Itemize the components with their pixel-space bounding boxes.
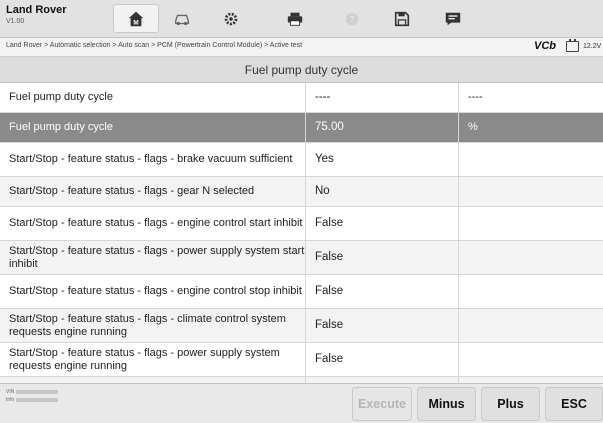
parameter-value: False xyxy=(305,275,458,308)
vehicle-icon xyxy=(175,14,189,25)
help-icon: ? xyxy=(345,12,359,25)
vin-label: VIN xyxy=(6,389,15,395)
parameter-value: 75.00 xyxy=(305,113,458,142)
help-button[interactable]: ? xyxy=(329,4,375,33)
parameter-name: Fuel pump duty cycle xyxy=(9,121,113,133)
table-row[interactable]: Start/Stop - feature status - flags - po… xyxy=(0,241,603,275)
save-button[interactable] xyxy=(379,4,425,33)
home-icon: M xyxy=(128,11,144,26)
parameter-value: False xyxy=(305,309,458,342)
bottom-bar: VIN Info Execute Minus Plus ESC xyxy=(0,383,603,423)
parameter-name: Start/Stop - feature status - flags - po… xyxy=(9,346,280,372)
message-button[interactable] xyxy=(430,4,476,33)
parameter-unit xyxy=(458,343,603,376)
esc-button[interactable]: ESC xyxy=(545,387,603,421)
app-brand: Land Rover V1.00 xyxy=(6,4,67,27)
parameter-value: No xyxy=(305,177,458,206)
table-row[interactable]: Fuel pump duty cycle 75.00% xyxy=(0,113,603,143)
info-redacted xyxy=(16,397,59,402)
print-button[interactable] xyxy=(272,4,318,33)
parameter-name: Start/Stop - feature status - flags - ge… xyxy=(9,185,255,197)
parameter-unit xyxy=(458,207,603,240)
data-table: Fuel pump duty cycle ---- ---- Fuel pump du… xyxy=(0,83,603,383)
settings-button[interactable] xyxy=(208,4,254,33)
parameter-name: Start/Stop - feature status - flags - en… xyxy=(9,285,302,297)
parameter-unit xyxy=(458,309,603,342)
vin-redacted xyxy=(16,389,59,394)
execute-button[interactable]: Execute xyxy=(352,387,412,421)
print-icon xyxy=(287,12,303,26)
table-row[interactable]: Start/Stop - feature status - flags - po… xyxy=(0,343,603,377)
table-row[interactable]: Fuel pump duty cycle ---- ---- xyxy=(0,83,603,113)
battery-voltage: 12.2V xyxy=(583,43,602,50)
vehicle-make: Land Rover xyxy=(6,4,67,16)
page-title: Fuel pump duty cycle xyxy=(0,57,603,83)
parameter-unit xyxy=(458,177,603,206)
vci-status-label: VCb xyxy=(534,40,556,52)
parameter-name: Start/Stop - feature status - flags - br… xyxy=(9,153,293,165)
parameter-name: Fuel pump duty cycle xyxy=(9,91,113,103)
vehicle-button[interactable] xyxy=(159,4,205,33)
table-row[interactable]: Start/Stop - feature status - flags - en… xyxy=(0,207,603,241)
parameter-value: Yes xyxy=(305,143,458,176)
battery-icon xyxy=(566,39,579,52)
table-row[interactable]: Start/Stop - feature status - flags - en… xyxy=(0,275,603,309)
settings-icon xyxy=(224,12,238,25)
breadcrumb: Land Rover > Automatic selection > Auto … xyxy=(6,42,303,49)
parameter-unit xyxy=(458,241,603,274)
parameter-name: Start/Stop - feature status - flags - en… xyxy=(9,217,303,229)
parameter-value: ---- xyxy=(305,83,458,112)
breadcrumb-bar: Land Rover > Automatic selection > Auto … xyxy=(0,38,603,57)
parameter-value: False xyxy=(305,343,458,376)
vehicle-info: VIN Info xyxy=(6,388,59,404)
info-label: Info xyxy=(6,397,15,403)
table-row[interactable]: Start/Stop - feature status - flags - br… xyxy=(0,143,603,177)
minus-button[interactable]: Minus xyxy=(417,387,476,421)
parameter-unit xyxy=(458,275,603,308)
svg-text:M: M xyxy=(133,19,138,26)
parameter-unit: % xyxy=(458,113,603,142)
svg-text:?: ? xyxy=(349,14,354,24)
parameter-value: False xyxy=(305,241,458,274)
home-button[interactable]: M xyxy=(113,4,159,33)
table-row[interactable]: Start/Stop - feature status - flags - cl… xyxy=(0,309,603,343)
table-row[interactable]: Start/Stop - feature status - flags - ge… xyxy=(0,177,603,207)
parameter-unit xyxy=(458,143,603,176)
parameter-name: Start/Stop - feature status - flags - po… xyxy=(9,244,305,270)
parameter-name: Start/Stop - feature status - flags - cl… xyxy=(9,312,286,338)
save-icon xyxy=(394,11,410,26)
app-version: V1.00 xyxy=(6,18,25,25)
parameter-value: False xyxy=(305,207,458,240)
plus-button[interactable]: Plus xyxy=(481,387,540,421)
top-toolbar: Land Rover V1.00 M ? xyxy=(0,0,603,38)
message-icon xyxy=(445,12,461,25)
parameter-unit: ---- xyxy=(458,83,603,112)
